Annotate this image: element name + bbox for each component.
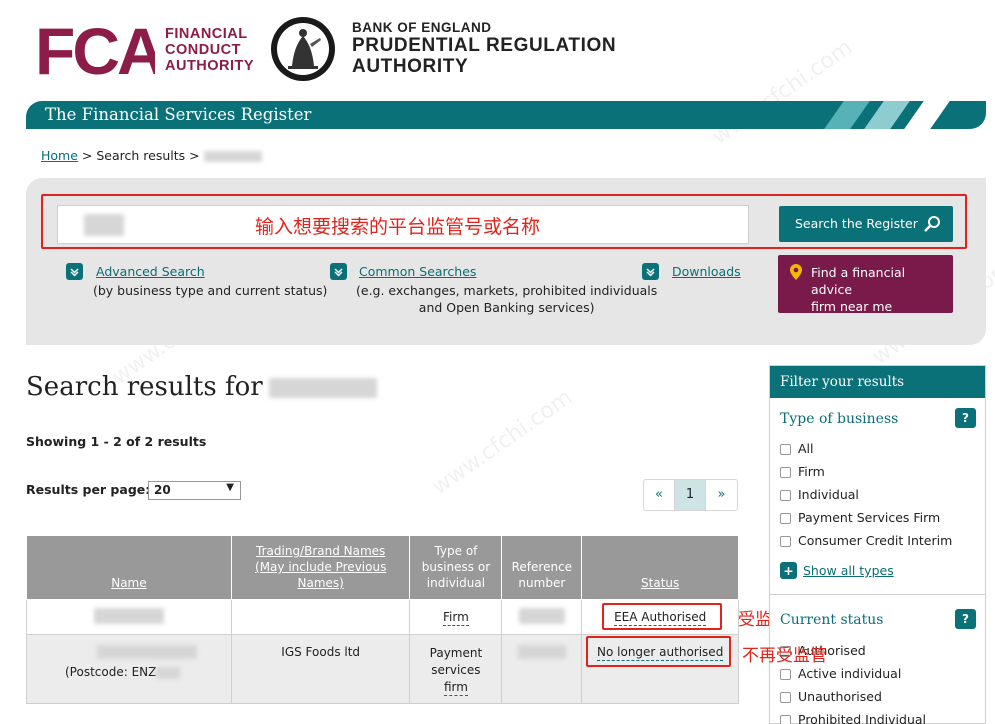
results-count: Showing 1 - 2 of 2 results: [26, 434, 207, 449]
annotation-status-2: 不再受监管: [742, 646, 827, 666]
fca-name: FINANCIAL CONDUCT AUTHORITY: [165, 26, 255, 74]
cell-type: Firm: [409, 599, 503, 635]
banner-stripe: [864, 101, 910, 129]
pagination: « 1 »: [643, 479, 738, 511]
breadcrumb: Home > Search results >: [41, 148, 262, 163]
column-header-type: Type of business or individual: [409, 535, 503, 600]
checkbox-type-all[interactable]: All: [780, 441, 814, 456]
checkbox-type-individual[interactable]: Individual: [780, 487, 859, 502]
cell-trading: [230, 599, 411, 635]
banner-stripe: [904, 101, 950, 129]
pager-prev[interactable]: «: [644, 480, 675, 510]
find-advice-button[interactable]: Find a financial advice firm near me: [778, 255, 953, 314]
watermark: www.cfchi.com: [707, 34, 858, 151]
watermark: www.cfchi.com: [427, 384, 578, 501]
fca-logo: FCA: [35, 18, 155, 80]
chevron-down-icon[interactable]: [330, 263, 347, 280]
banner-title: The Financial Services Register: [45, 105, 312, 124]
register-banner: The Financial Services Register: [26, 101, 986, 129]
checkbox-status-prohibited[interactable]: Prohibited Individual: [780, 712, 926, 724]
search-register-button[interactable]: Search the Register: [779, 206, 953, 242]
common-searches: Common Searches (e.g. exchanges, markets…: [356, 264, 658, 315]
cell-trading: IGS Foods ltd: [230, 634, 411, 704]
annotation-box-status-1: [602, 603, 722, 630]
annotation-box-status-2: [586, 636, 731, 667]
pager-page[interactable]: 1: [675, 480, 706, 510]
divider: [770, 594, 985, 595]
fca-mark: FCA: [35, 18, 155, 80]
breadcrumb-home-link[interactable]: Home: [41, 148, 78, 163]
show-all-types-link[interactable]: + Show all types: [780, 562, 894, 579]
filter-panel: Filter your results Type of business ? A…: [769, 365, 986, 724]
plus-icon: +: [780, 562, 797, 579]
column-header-trading-names[interactable]: Trading/Brand Names (May include Previou…: [230, 535, 411, 600]
filter-title: Filter your results: [770, 366, 985, 398]
per-page-select[interactable]: 20 ▼: [148, 481, 241, 500]
blurred-query: [268, 378, 377, 398]
current-status-title[interactable]: Current status: [780, 612, 883, 628]
breadcrumb-current: Search results: [96, 148, 186, 163]
pra-name: BANK OF ENGLAND PRUDENTIAL REGULATION AU…: [352, 20, 617, 77]
type-of-business-title[interactable]: Type of business: [780, 411, 898, 427]
downloads-link[interactable]: Downloads: [672, 264, 741, 279]
per-page-label: Results per page:: [26, 482, 151, 497]
column-header-status[interactable]: Status: [581, 535, 739, 600]
chevron-down-icon[interactable]: [66, 263, 83, 280]
results-title: Search results for: [26, 372, 377, 402]
bank-of-england-seal-icon: [271, 17, 335, 81]
help-icon[interactable]: ?: [955, 408, 976, 428]
help-icon[interactable]: ?: [955, 609, 976, 629]
cell-name[interactable]: [26, 599, 232, 635]
cell-type: Payment services firm: [409, 634, 503, 704]
checkbox-type-consumer-credit[interactable]: Consumer Credit Interim: [780, 533, 952, 548]
column-header-name[interactable]: Name: [26, 535, 232, 600]
advanced-search-link[interactable]: Advanced Search: [96, 264, 205, 279]
chevron-down-icon[interactable]: [642, 263, 659, 280]
pager-next[interactable]: »: [706, 480, 737, 510]
checkbox-type-firm[interactable]: Firm: [780, 464, 825, 479]
location-pin-icon: [790, 264, 802, 280]
cell-name[interactable]: (Postcode: ENZ: [26, 634, 232, 704]
banner-stripe: [824, 101, 870, 129]
downloads: Downloads: [672, 264, 741, 279]
cell-reference: [501, 599, 583, 635]
annotation-search: 输入想要搜索的平台监管号或名称: [255, 216, 541, 238]
column-header-reference: Reference number: [501, 535, 583, 600]
checkbox-status-active-individual[interactable]: Active individual: [780, 666, 901, 681]
caret-down-icon: ▼: [226, 482, 234, 493]
search-icon: [924, 216, 940, 232]
checkbox-status-unauthorised[interactable]: Unauthorised: [780, 689, 882, 704]
common-searches-link[interactable]: Common Searches: [359, 264, 476, 279]
advanced-search: Advanced Search (by business type and cu…: [93, 264, 328, 298]
cell-reference: [501, 634, 583, 704]
checkbox-type-payment-services[interactable]: Payment Services Firm: [780, 510, 940, 525]
blurred-query: [203, 151, 262, 162]
